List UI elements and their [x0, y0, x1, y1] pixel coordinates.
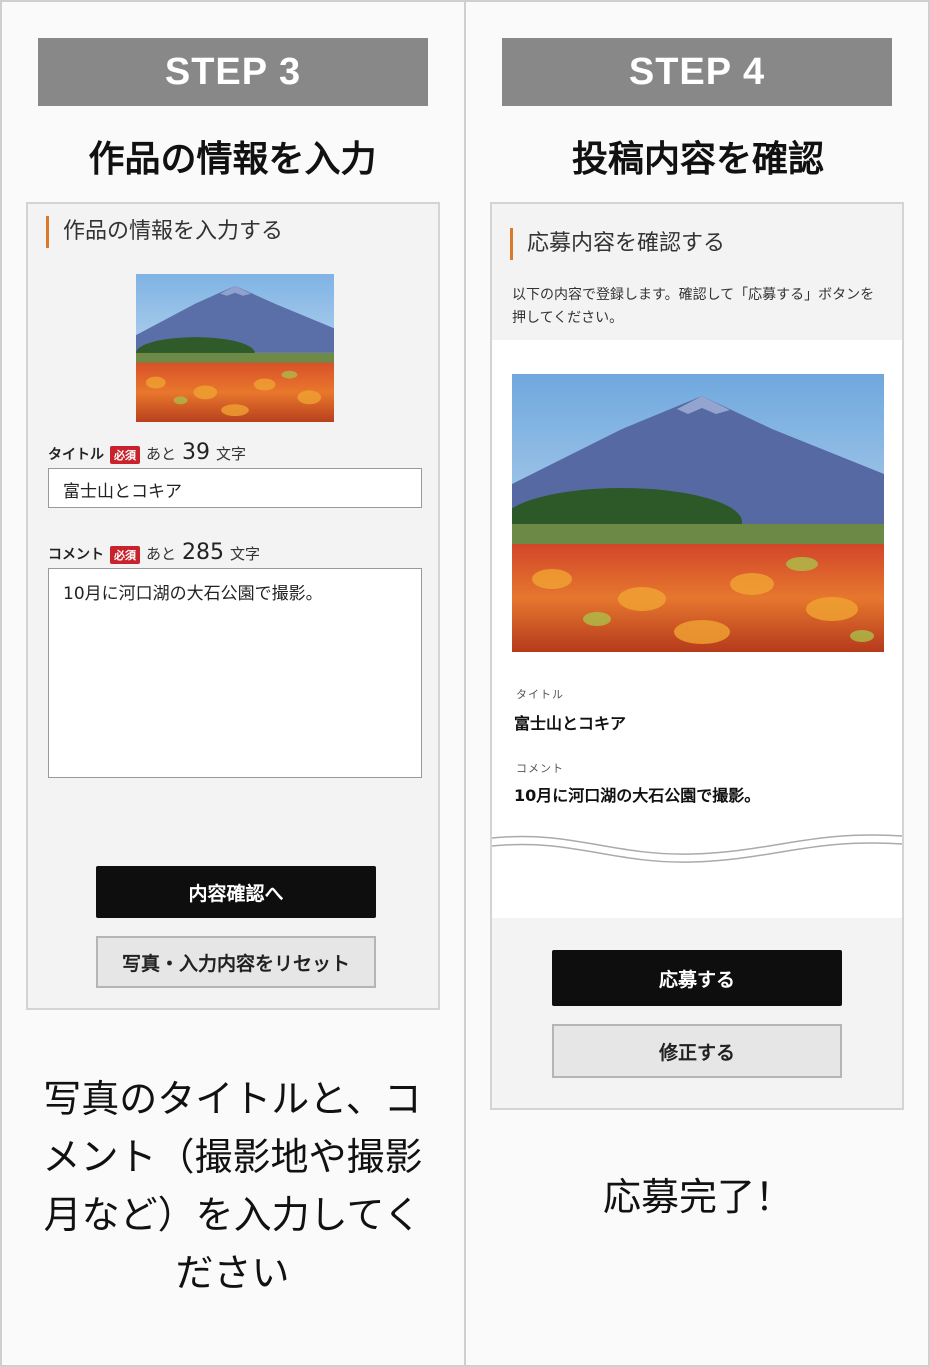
- step-3-banner: STEP 3: [38, 38, 428, 106]
- remaining-suffix: 文字: [216, 445, 247, 463]
- remaining-suffix: 文字: [230, 545, 261, 563]
- submitted-photo: [512, 374, 884, 652]
- required-badge: 必須: [110, 446, 140, 464]
- comment-remaining-count: 285: [182, 540, 225, 565]
- confirm-screen: 応募内容を確認する 以下の内容で登録します。確認して「応募する」ボタンを押してく…: [490, 202, 904, 1110]
- confirm-content-area: タイトル 富士山とコキア コメント 10月に河口湖の大石公園で撮影。: [492, 340, 902, 918]
- caption-line: ださい: [175, 1251, 290, 1295]
- edit-button[interactable]: 修正する: [552, 1024, 842, 1078]
- confirm-instructions: 以下の内容で登録します。確認して「応募する」ボタンを押してください。: [512, 287, 875, 326]
- remaining-prefix: あと: [146, 545, 177, 563]
- step-3-heading: 作品の情報を入力: [88, 139, 377, 180]
- step-3-column: STEP 3 作品の情報を入力 作品の情報を入力する タイトル 必須 あと 39…: [0, 0, 465, 1367]
- mountain-photo-image: [512, 374, 884, 652]
- comment-textarea[interactable]: 10月に河口湖の大石公園で撮影。: [48, 568, 422, 778]
- caption-line: 写真のタイトルと、コ: [43, 1077, 422, 1121]
- title-remaining-count: 39: [182, 440, 211, 465]
- mountain-photo-image: [136, 274, 334, 422]
- step-4-column: STEP 4 投稿内容を確認 応募内容を確認する 以下の内容で登録します。確認し…: [466, 0, 930, 1367]
- entry-form-screen: 作品の情報を入力する タイトル 必須 あと 39 文字 富士山とコキア コメント…: [26, 202, 440, 1010]
- reset-button[interactable]: 写真・入力内容をリセット: [96, 936, 376, 988]
- comment-label: コメント: [516, 762, 564, 775]
- title-value: 富士山とコキア: [514, 714, 627, 733]
- title-label-text: タイトル: [48, 447, 104, 463]
- confirm-content-button[interactable]: 内容確認へ: [96, 866, 376, 918]
- form-section-title: 作品の情報を入力する: [46, 216, 283, 248]
- submit-button[interactable]: 応募する: [552, 950, 842, 1006]
- title-field-label: タイトル 必須 あと 39 文字: [48, 440, 246, 465]
- step-4-banner: STEP 4: [502, 38, 892, 106]
- comment-value: 10月に河口湖の大石公園で撮影。: [514, 786, 761, 805]
- confirm-section-title: 応募内容を確認する: [510, 228, 725, 260]
- caption-line: メント（撮影地や撮影: [42, 1135, 423, 1179]
- torn-edge-divider: [492, 834, 902, 863]
- step-4-caption: 応募完了！: [602, 1175, 793, 1219]
- required-badge: 必須: [110, 546, 140, 564]
- step-3-caption: 写真のタイトルと、コ メント（撮影地や撮影 月など）を入力してく ださい: [0, 1070, 465, 1302]
- comment-label-text: コメント: [48, 547, 104, 563]
- remaining-prefix: あと: [146, 445, 177, 463]
- step-4-heading: 投稿内容を確認: [571, 139, 824, 180]
- comment-field-label: コメント 必須 あと 285 文字: [48, 540, 260, 565]
- uploaded-photo-thumbnail: [136, 274, 334, 422]
- title-input[interactable]: 富士山とコキア: [48, 468, 422, 508]
- caption-line: 月など）を入力してく: [43, 1193, 422, 1237]
- title-label: タイトル: [516, 688, 564, 701]
